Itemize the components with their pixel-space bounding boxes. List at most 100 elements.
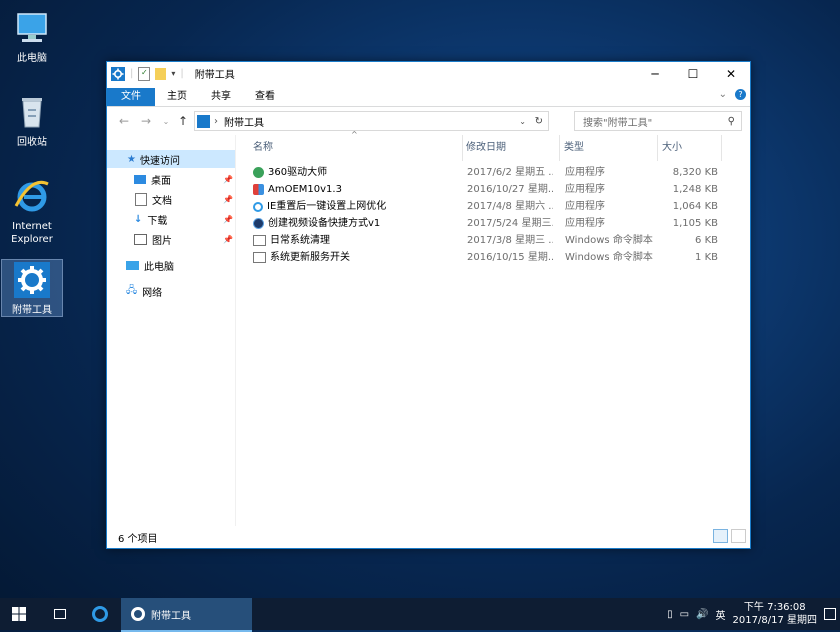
file-name: 360驱动大师: [268, 167, 328, 178]
clock-time: 下午 7:36:08: [743, 602, 806, 613]
search-input[interactable]: 搜索"附带工具" ⚲: [574, 111, 742, 131]
desktop-icon-label: 附带工具: [12, 305, 52, 316]
file-name: AmOEM10v1.3: [268, 184, 342, 195]
ie-icon: [92, 606, 108, 622]
star-icon: ★: [127, 153, 136, 165]
ie-icon: [12, 176, 52, 216]
file-date: 2016/10/15 星期...: [467, 252, 553, 263]
search-icon: ⚲: [727, 115, 735, 127]
computer-icon: [126, 260, 139, 270]
breadcrumb[interactable]: 附带工具: [224, 114, 264, 129]
file-size: 1,064 KB: [672, 201, 718, 212]
back-icon[interactable]: ←: [115, 114, 133, 128]
desktop-icon-tools[interactable]: 附带工具: [1, 259, 63, 317]
usb-icon[interactable]: ▯: [667, 609, 673, 620]
script-icon: [253, 252, 266, 263]
table-row[interactable]: AmOEM10v1.3 2016/10/27 星期... 应用程序 1,248 …: [250, 181, 720, 198]
new-folder-icon[interactable]: [155, 67, 167, 80]
close-button[interactable]: ✕: [712, 62, 750, 86]
task-view-button[interactable]: [42, 598, 78, 630]
taskbar: 附带工具 ▯ ▭ 🔊 英 下午 7:36:08 2017/8/17 星期四: [0, 598, 840, 632]
notification-icon[interactable]: [824, 608, 836, 620]
table-row[interactable]: 创建视频设备快捷方式v1 2017/5/24 星期三... 应用程序 1,105…: [250, 215, 720, 232]
column-header-size[interactable]: 大小: [662, 135, 722, 161]
recent-chevron-icon[interactable]: ⌄: [157, 117, 175, 126]
desktop-icon-label: 此电脑: [17, 53, 47, 64]
tab-file[interactable]: 文件: [107, 88, 155, 106]
file-type: Windows 命令脚本: [565, 252, 653, 263]
window-title: 附带工具: [194, 70, 235, 81]
file-name: IE重置后一键设置上网优化: [267, 201, 387, 212]
close-icon: ✕: [725, 67, 737, 81]
table-row[interactable]: IE重置后一键设置上网优化 2017/4/8 星期六 ... 应用程序 1,06…: [250, 198, 720, 215]
item-count: 6 个项目: [118, 534, 158, 545]
tab-share[interactable]: 共享: [199, 88, 243, 106]
column-header-name[interactable]: 名称: [253, 135, 458, 161]
script-icon: [253, 235, 266, 246]
nav-item-label: 网络: [142, 287, 163, 299]
file-type: 应用程序: [565, 184, 605, 195]
file-type: Windows 命令脚本: [565, 235, 653, 246]
windows-logo-icon: [12, 607, 26, 621]
nav-item-quick-access[interactable]: ★ 快速访问: [107, 150, 235, 168]
table-row[interactable]: 系统更新服务开关 2016/10/15 星期... Windows 命令脚本 1…: [250, 249, 720, 266]
taskbar-app-tools[interactable]: 附带工具: [121, 598, 252, 632]
network-icon[interactable]: ▭: [680, 609, 689, 620]
pin-icon: 📌: [223, 174, 233, 184]
table-row[interactable]: 360驱动大师 2017/6/2 星期五 ... 应用程序 8,320 KB: [250, 164, 720, 181]
tab-home[interactable]: 主页: [155, 88, 199, 106]
refresh-icon[interactable]: ↻: [535, 116, 543, 127]
recycle-bin-icon: [12, 92, 52, 132]
volume-icon[interactable]: 🔊: [696, 609, 708, 620]
column-header-date[interactable]: 修改日期: [466, 135, 552, 161]
properties-icon[interactable]: ✓: [138, 66, 151, 81]
forward-icon[interactable]: →: [137, 114, 155, 128]
desktop-icon-recycle-bin[interactable]: 回收站: [2, 92, 62, 149]
address-dropdown-icon[interactable]: ⌄: [519, 117, 526, 126]
table-row[interactable]: 日常系统清理 2017/3/8 星期三 ... Windows 命令脚本 6 K…: [250, 232, 720, 249]
nav-item-label: 文档: [152, 195, 172, 207]
column-header-type[interactable]: 类型: [564, 135, 656, 161]
minimize-button[interactable]: ─: [636, 62, 674, 86]
file-date: 2017/5/24 星期三...: [467, 218, 553, 229]
documents-icon: [135, 192, 147, 206]
breadcrumb-chevron-icon[interactable]: ›: [214, 116, 218, 127]
file-size: 1,105 KB: [672, 218, 718, 229]
ime-indicator[interactable]: 英: [716, 607, 726, 622]
nav-item-label: 快速访问: [139, 155, 180, 167]
maximize-button[interactable]: ☐: [674, 62, 712, 86]
ie-icon: [253, 201, 263, 212]
nav-item-documents[interactable]: 文档 📌: [107, 190, 235, 208]
help-icon[interactable]: ?: [735, 89, 746, 100]
address-bar-row: ← → ⌄ ↑ › 附带工具 ⌄ ↻ 搜索"附带工具" ⚲: [107, 107, 750, 135]
nav-item-downloads[interactable]: ↓ 下载 📌: [107, 210, 235, 228]
clock-date: 2017/8/17 星期四: [732, 615, 817, 626]
file-date: 2017/3/8 星期三 ...: [467, 235, 553, 246]
desktop-icon-this-pc[interactable]: 此电脑: [2, 8, 62, 65]
nav-item-network[interactable]: 🖧 网络: [107, 282, 235, 300]
details-view-icon[interactable]: [713, 529, 728, 543]
taskbar-ie-button[interactable]: [82, 598, 118, 630]
gear-icon: [197, 114, 210, 128]
expand-ribbon-icon[interactable]: ⌄: [719, 89, 727, 100]
clock[interactable]: 下午 7:36:08 2017/8/17 星期四: [733, 601, 817, 627]
desktop-icon-ie[interactable]: Internet Explorer: [2, 176, 62, 246]
tab-view[interactable]: 查看: [243, 88, 287, 106]
title-bar[interactable]: | ✓ ▾ | 附带工具 ─ ☐ ✕: [107, 62, 750, 86]
download-arrow-icon: ↓: [134, 213, 143, 225]
file-size: 6 KB: [695, 235, 718, 246]
up-icon[interactable]: ↑: [174, 114, 192, 128]
nav-item-desktop[interactable]: 桌面 📌: [107, 170, 235, 188]
taskbar-app-label: 附带工具: [151, 610, 191, 622]
large-icons-view-icon[interactable]: [731, 529, 746, 543]
address-field[interactable]: › 附带工具 ⌄ ↻: [194, 111, 549, 131]
file-name: 系统更新服务开关: [270, 252, 350, 263]
file-size: 1 KB: [695, 252, 718, 263]
nav-item-label: 图片: [152, 235, 172, 247]
nav-item-this-pc[interactable]: 此电脑: [107, 256, 235, 274]
navigation-pane: ★ 快速访问 桌面 📌 文档 📌 ↓ 下载 📌 图片 📌 此电脑 🖧 网络: [107, 135, 236, 526]
nav-item-pictures[interactable]: 图片 📌: [107, 230, 235, 248]
camera-app-icon: [253, 218, 264, 229]
start-button[interactable]: [0, 598, 38, 630]
chevron-down-icon[interactable]: ▾: [171, 69, 175, 78]
